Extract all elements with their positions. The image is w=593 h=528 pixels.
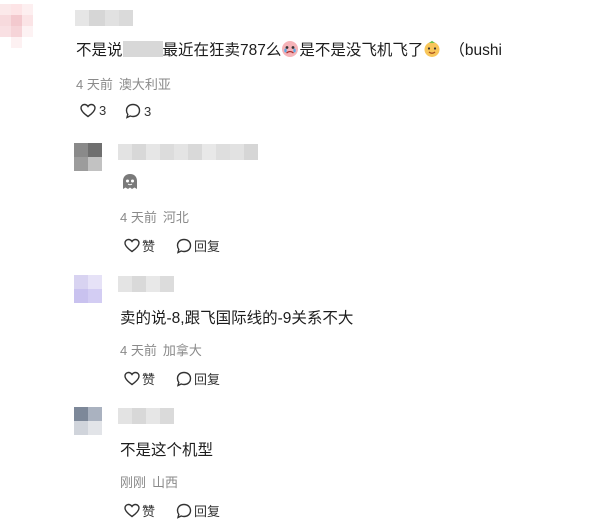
timestamp: 刚刚 bbox=[120, 475, 147, 490]
like-count: 3 bbox=[99, 103, 107, 118]
smiling-face-icon bbox=[423, 40, 441, 63]
comment-bubble-icon bbox=[176, 503, 192, 519]
meta-reply1: 4 天前 河北 bbox=[120, 207, 189, 226]
redacted-block bbox=[122, 41, 163, 57]
reply-button-reply3[interactable]: 回复 bbox=[176, 501, 220, 520]
avatar-reply3[interactable] bbox=[74, 407, 102, 435]
location: 山西 bbox=[152, 475, 179, 490]
location: 澳大利亚 bbox=[118, 77, 171, 92]
like-button-top[interactable]: 3 bbox=[80, 103, 106, 118]
avatar-reply2[interactable] bbox=[74, 275, 102, 303]
reply-button-top[interactable]: 3 bbox=[125, 103, 151, 119]
like-button-reply1[interactable]: 赞 bbox=[124, 236, 155, 255]
like-button-reply2[interactable]: 赞 bbox=[124, 369, 155, 388]
username-top[interactable] bbox=[75, 10, 133, 26]
comment-bubble-icon bbox=[176, 371, 192, 387]
heart-icon bbox=[124, 503, 140, 518]
avatar-top[interactable] bbox=[0, 4, 44, 48]
meta-reply2: 4 天前 加拿大 bbox=[120, 340, 202, 359]
comment-text-top: 不是说 最近在狂卖787么 是不是没飞机飞了 （bushi bbox=[76, 38, 502, 63]
reply-label: 回复 bbox=[194, 372, 221, 387]
heart-icon bbox=[124, 238, 140, 253]
timestamp: 4 天前 bbox=[76, 77, 113, 92]
comment-text-reply2: 卖的说-8,跟飞国际线的-9关系不大 bbox=[120, 310, 354, 327]
username-reply3[interactable] bbox=[118, 408, 174, 424]
reply-label: 回复 bbox=[194, 504, 221, 519]
location: 加拿大 bbox=[162, 343, 202, 358]
like-label: 赞 bbox=[142, 504, 156, 519]
username-reply2[interactable] bbox=[118, 276, 174, 292]
ghost-sticker-icon bbox=[120, 172, 140, 197]
comment-bubble-icon bbox=[176, 238, 192, 254]
reply-label: 回复 bbox=[194, 239, 221, 254]
comment-text-reply3: 不是这个机型 bbox=[120, 442, 214, 459]
reply-button-reply2[interactable]: 回复 bbox=[176, 369, 220, 388]
meta-reply3: 刚刚 山西 bbox=[120, 472, 178, 491]
like-label: 赞 bbox=[142, 239, 156, 254]
crying-face-icon bbox=[281, 40, 299, 63]
username-reply1[interactable] bbox=[118, 144, 258, 160]
timestamp: 4 天前 bbox=[120, 210, 157, 225]
heart-icon bbox=[124, 371, 140, 386]
reply-button-reply1[interactable]: 回复 bbox=[176, 236, 220, 255]
comment-bubble-icon bbox=[125, 103, 141, 119]
heart-icon bbox=[80, 103, 96, 118]
like-button-reply3[interactable]: 赞 bbox=[124, 501, 155, 520]
avatar-reply1[interactable] bbox=[74, 143, 102, 171]
timestamp: 4 天前 bbox=[120, 343, 157, 358]
meta-top: 4 天前 澳大利亚 bbox=[76, 74, 171, 93]
reply-count: 3 bbox=[144, 103, 152, 119]
location: 河北 bbox=[162, 210, 189, 225]
like-label: 赞 bbox=[142, 372, 156, 387]
